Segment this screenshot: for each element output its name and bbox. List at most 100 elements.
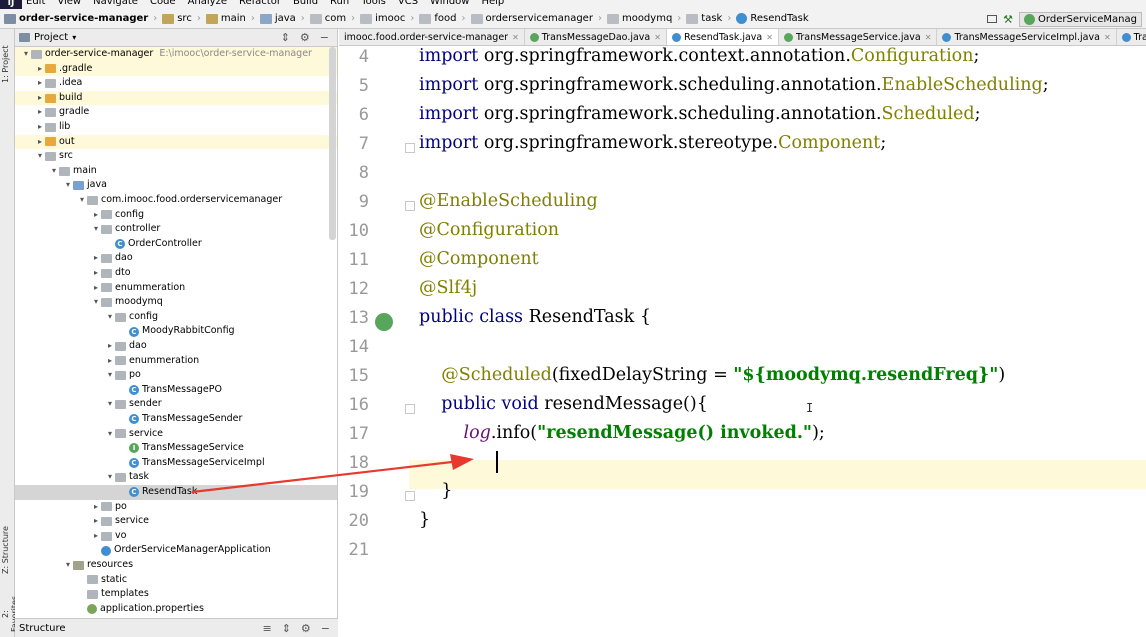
code-area[interactable]: import org.springframework.context.annot…: [409, 46, 1146, 637]
expand-right-icon[interactable]: ▸: [35, 62, 45, 77]
tree-item[interactable]: ▸ vo: [15, 529, 337, 544]
code-line[interactable]: public class ResendTask {: [419, 303, 651, 332]
tree-item[interactable]: ▸ .gradle: [15, 61, 337, 77]
expand-right-icon[interactable]: ▸: [91, 208, 101, 223]
breadcrumb-item[interactable]: task: [682, 13, 726, 24]
breadcrumb-item[interactable]: java: [256, 13, 300, 24]
tree-item[interactable]: C OrderController: [15, 237, 337, 252]
hide-panel-icon[interactable]: −: [321, 622, 330, 635]
tree-item[interactable]: ▾ src: [15, 149, 337, 164]
menu-item-window[interactable]: Window: [430, 0, 469, 8]
menu-item-tools[interactable]: Tools: [361, 0, 386, 8]
menu-item-run[interactable]: Run: [330, 0, 349, 8]
code-line[interactable]: import org.springframework.stereotype.Co…: [419, 129, 886, 158]
tree-item[interactable]: ▸ config: [15, 208, 337, 223]
tree-item[interactable]: C MoodyRabbitConfig: [15, 324, 337, 339]
structure-tool-tab[interactable]: Z: Structure: [1, 519, 14, 581]
expand-down-icon[interactable]: ▾: [105, 470, 115, 485]
sort-icon[interactable]: ≡: [262, 622, 271, 635]
expand-down-icon[interactable]: ▾: [21, 47, 31, 62]
expand-right-icon[interactable]: ▸: [91, 500, 101, 515]
expand-right-icon[interactable]: ▸: [91, 514, 101, 529]
favorites-tool-tab[interactable]: 2: Favorites: [1, 591, 19, 637]
expand-right-icon[interactable]: ▸: [35, 91, 45, 106]
tree-item[interactable]: ▾ task: [15, 470, 337, 485]
tree-item[interactable]: ▸ gradle: [15, 105, 337, 120]
menu-item-view[interactable]: View: [57, 0, 81, 8]
expand-down-icon[interactable]: ▾: [105, 397, 115, 412]
breadcrumb-item[interactable]: com: [306, 13, 350, 24]
gear-icon[interactable]: ⚙: [300, 31, 310, 44]
tree-item[interactable]: ▾ po: [15, 368, 337, 383]
tree-item[interactable]: ▸ out: [15, 134, 337, 150]
menu-item-edit[interactable]: Edit: [26, 0, 45, 8]
tree-item[interactable]: ▾ controller: [15, 222, 337, 237]
project-scrollbar[interactable]: [329, 47, 336, 240]
code-line[interactable]: @Slf4j: [419, 274, 477, 303]
tree-item[interactable]: static: [15, 573, 337, 588]
tree-item[interactable]: C TransMessageSender: [15, 412, 337, 427]
breadcrumb-item[interactable]: imooc: [356, 13, 409, 24]
expand-down-icon[interactable]: ▾: [91, 222, 101, 237]
expand-down-icon[interactable]: ▾: [35, 149, 45, 164]
tree-item[interactable]: ▸ enummeration: [15, 354, 337, 369]
breadcrumb-item[interactable]: main: [202, 13, 250, 24]
menu-item-analyze[interactable]: Analyze: [188, 0, 227, 8]
expand-right-icon[interactable]: ▸: [91, 266, 101, 281]
menu-item-code[interactable]: Code: [150, 0, 176, 8]
expand-down-icon[interactable]: ▾: [105, 310, 115, 325]
project-panel-title[interactable]: Project: [34, 32, 68, 43]
tree-item[interactable]: ▸ .idea: [15, 76, 337, 91]
close-icon[interactable]: ✕: [766, 33, 773, 42]
expand-right-icon[interactable]: ▸: [35, 135, 45, 150]
tree-item[interactable]: ▾ com.imooc.food.orderservicemanager: [15, 193, 337, 208]
menu-item-navigate[interactable]: Navigate: [93, 0, 138, 8]
expand-icon[interactable]: ⇕: [282, 622, 291, 635]
breadcrumb-item[interactable]: moodymq: [603, 13, 676, 24]
editor-tab[interactable]: TransMessageSender.java✕: [1117, 29, 1146, 45]
code-line[interactable]: }: [419, 477, 452, 506]
tree-item[interactable]: OrderServiceManagerApplication: [15, 543, 337, 558]
expand-down-icon[interactable]: ▾: [77, 193, 87, 208]
expand-right-icon[interactable]: ▸: [91, 251, 101, 266]
tree-item[interactable]: ▸ dto: [15, 266, 337, 281]
gear-icon[interactable]: ⚙: [301, 622, 311, 635]
expand-down-icon[interactable]: ▾: [63, 178, 73, 193]
tree-item[interactable]: ▸ service: [15, 514, 337, 529]
tree-item[interactable]: C TransMessagePO: [15, 383, 337, 398]
menu-item-build[interactable]: Build: [293, 0, 318, 8]
close-icon[interactable]: ✕: [654, 33, 661, 42]
expand-right-icon[interactable]: ▸: [91, 281, 101, 296]
tree-item[interactable]: I TransMessageService: [15, 441, 337, 456]
menu-item-refactor[interactable]: Refactor: [239, 0, 281, 8]
tree-item[interactable]: ▸ po: [15, 500, 337, 515]
code-line[interactable]: @Component: [419, 245, 539, 274]
tree-item[interactable]: ▾ resources: [15, 558, 337, 573]
breadcrumb-item[interactable]: src: [158, 13, 196, 24]
spring-bean-gutter-icon[interactable]: [375, 313, 393, 331]
structure-panel-title[interactable]: Structure: [19, 623, 66, 634]
expand-down-icon[interactable]: ▾: [105, 368, 115, 383]
tree-item[interactable]: ▾ service: [15, 427, 337, 442]
tree-item[interactable]: ▾ java: [15, 178, 337, 193]
breadcrumb-item[interactable]: orderservicemanager: [467, 13, 597, 24]
tree-item[interactable]: ▾ main: [15, 164, 337, 179]
tree-item[interactable]: ▸ dao: [15, 339, 337, 354]
tree-item[interactable]: ▸ build: [15, 90, 337, 106]
expand-down-icon[interactable]: ▾: [105, 427, 115, 442]
run-configuration-select[interactable]: OrderServiceManag: [1019, 11, 1142, 27]
project-tool-tab[interactable]: 1: Project: [1, 33, 14, 95]
expand-right-icon[interactable]: ▸: [105, 354, 115, 369]
tree-item[interactable]: ▾ moodymq: [15, 295, 337, 310]
close-icon[interactable]: ✕: [1104, 33, 1111, 42]
menu-item-help[interactable]: Help: [481, 0, 504, 8]
tree-item[interactable]: C TransMessageServiceImpl: [15, 456, 337, 471]
dropdown-arrow-icon[interactable]: ▾: [72, 33, 76, 42]
expand-down-icon[interactable]: ▾: [63, 558, 73, 573]
tree-item[interactable]: C ResendTask: [15, 485, 337, 500]
code-line[interactable]: @EnableScheduling: [419, 187, 598, 216]
close-icon[interactable]: ✕: [925, 33, 932, 42]
expand-down-icon[interactable]: ▾: [91, 295, 101, 310]
tree-item[interactable]: templates: [15, 587, 337, 602]
tree-item[interactable]: application.properties: [15, 602, 337, 617]
